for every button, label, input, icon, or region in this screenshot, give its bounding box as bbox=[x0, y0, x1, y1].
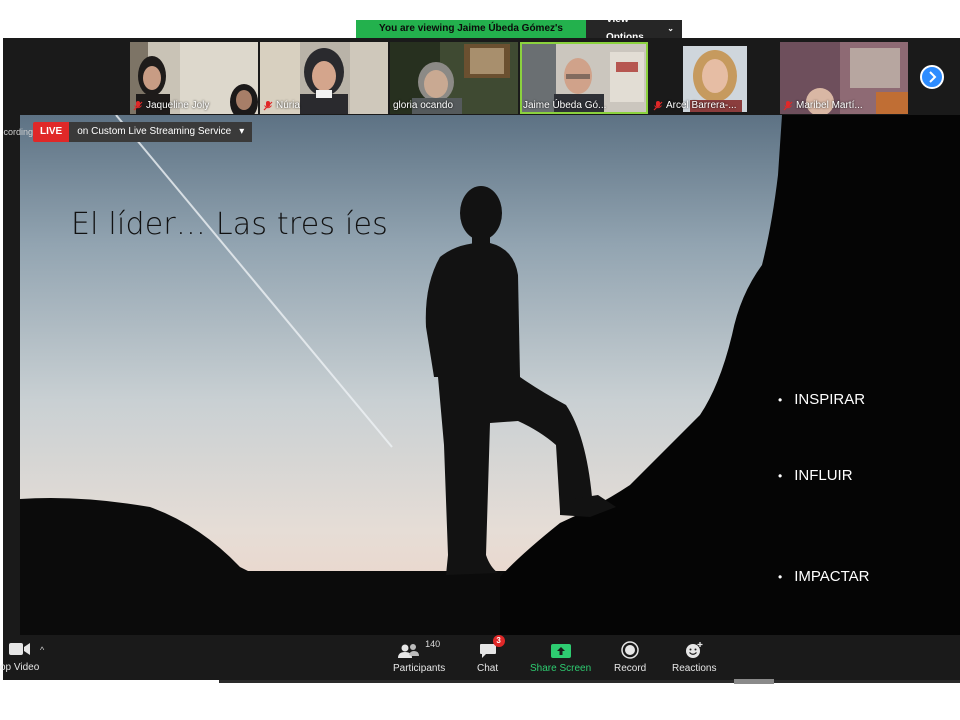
bullet-dot-icon: • bbox=[778, 569, 783, 584]
horizontal-scrollbar[interactable] bbox=[219, 680, 960, 683]
participant-tile[interactable]: gloria ocando bbox=[390, 42, 518, 114]
slide-bullet: • INFLUIR bbox=[778, 467, 853, 484]
participant-name-bar: gloria ocando bbox=[390, 99, 456, 113]
slide-bullet: • INSPIRAR bbox=[778, 391, 865, 408]
participant-name: Núria bbox=[276, 100, 300, 111]
participant-name-bar: Núria bbox=[260, 99, 303, 113]
chat-label: Chat bbox=[477, 663, 499, 674]
record-icon bbox=[621, 641, 639, 659]
zoom-meeting-window: Jaqueline Joly Núria gloria ocando Jaime… bbox=[0, 38, 960, 680]
chevron-right-icon[interactable] bbox=[920, 65, 944, 89]
scrollbar-thumb[interactable] bbox=[734, 679, 774, 684]
share-screen-button[interactable]: Share Screen bbox=[530, 635, 591, 674]
participant-name-bar: Jaime Úbeda Gó... bbox=[520, 99, 609, 113]
participant-strip: Jaqueline Joly Núria gloria ocando Jaime… bbox=[3, 38, 960, 114]
shared-screen: El líder… Las tres íes • INSPIRAR • INFL… bbox=[20, 115, 960, 635]
reactions-icon bbox=[686, 642, 703, 658]
view-options-button[interactable]: View Options ⌄ bbox=[586, 14, 682, 43]
participant-name: Jaime Úbeda Gó... bbox=[523, 100, 607, 111]
stop-video-label: op Video bbox=[0, 662, 40, 673]
participant-name: Arcel Barrera-... bbox=[666, 100, 737, 111]
slide-bullet-text: INSPIRAR bbox=[794, 391, 866, 408]
video-camera-icon bbox=[9, 643, 30, 655]
mic-muted-icon bbox=[783, 101, 793, 111]
live-stream-indicator: Recording LIVE on Custom Live Streaming … bbox=[3, 122, 253, 142]
record-button[interactable]: Record bbox=[614, 635, 646, 674]
participant-name-bar: Maribel Martí... bbox=[780, 99, 866, 113]
slide-bullet: • IMPACTAR bbox=[778, 568, 869, 585]
mic-muted-icon bbox=[133, 101, 143, 111]
chat-icon bbox=[479, 644, 496, 658]
chevron-down-icon: ⌄ bbox=[667, 24, 674, 33]
participants-label: Participants bbox=[393, 663, 446, 674]
slide-bullet-text: INFLUIR bbox=[794, 467, 853, 484]
participant-tile[interactable]: Jaqueline Joly bbox=[130, 42, 258, 114]
bullet-dot-icon: • bbox=[778, 392, 783, 407]
participant-name-bar: Arcel Barrera-... bbox=[650, 99, 740, 113]
live-badge: LIVE bbox=[33, 122, 70, 142]
participant-name: gloria ocando bbox=[393, 100, 454, 111]
participant-tile[interactable]: Maribel Martí... bbox=[780, 42, 908, 114]
participant-name: Jaqueline Joly bbox=[146, 100, 210, 111]
mic-muted-icon bbox=[653, 101, 663, 111]
participants-icon bbox=[398, 644, 420, 658]
participant-name: Maribel Martí... bbox=[796, 100, 863, 111]
mic-muted-icon bbox=[263, 101, 273, 111]
share-screen-label: Share Screen bbox=[530, 663, 592, 674]
meeting-toolbar: ^ op Video 140 Participants 3 Chat Share… bbox=[0, 635, 960, 680]
participant-tile-active[interactable]: Jaime Úbeda Gó... bbox=[520, 42, 648, 114]
chat-button[interactable]: 3 Chat bbox=[477, 635, 505, 674]
slide-title: El líder… Las tres íes bbox=[71, 207, 389, 242]
participant-tile[interactable]: Núria bbox=[260, 42, 388, 114]
reactions-label: Reactions bbox=[672, 663, 717, 674]
caret-up-icon[interactable]: ^ bbox=[40, 645, 44, 655]
bullet-dot-icon: • bbox=[778, 468, 783, 483]
viewing-banner: You are viewing Jaime Úbeda Gómez's scre… bbox=[356, 14, 682, 52]
chat-unread-badge: 3 bbox=[492, 635, 505, 647]
participant-name-bar: Jaqueline Joly bbox=[130, 99, 212, 113]
live-service-dropdown[interactable]: on Custom Live Streaming Service ▾ bbox=[69, 122, 253, 142]
slide-background-image bbox=[20, 115, 960, 635]
participant-tile[interactable]: Arcel Barrera-... bbox=[650, 42, 778, 114]
share-screen-icon bbox=[550, 644, 571, 658]
record-label: Record bbox=[614, 663, 647, 674]
viewing-indicator: You are viewing Jaime Úbeda Gómez's scre… bbox=[356, 20, 586, 52]
live-service-label: on Custom Live Streaming Service bbox=[77, 126, 232, 137]
participants-count: 140 bbox=[425, 639, 441, 649]
reactions-button[interactable]: Reactions bbox=[672, 635, 716, 674]
slide-bullet-text: IMPACTAR bbox=[794, 568, 870, 585]
participants-button[interactable]: 140 Participants bbox=[393, 635, 445, 674]
caret-down-icon: ▾ bbox=[239, 126, 245, 137]
recording-label: Recording bbox=[3, 127, 33, 137]
screenshot: You are viewing Jaime Úbeda Gómez's scre… bbox=[0, 0, 960, 720]
